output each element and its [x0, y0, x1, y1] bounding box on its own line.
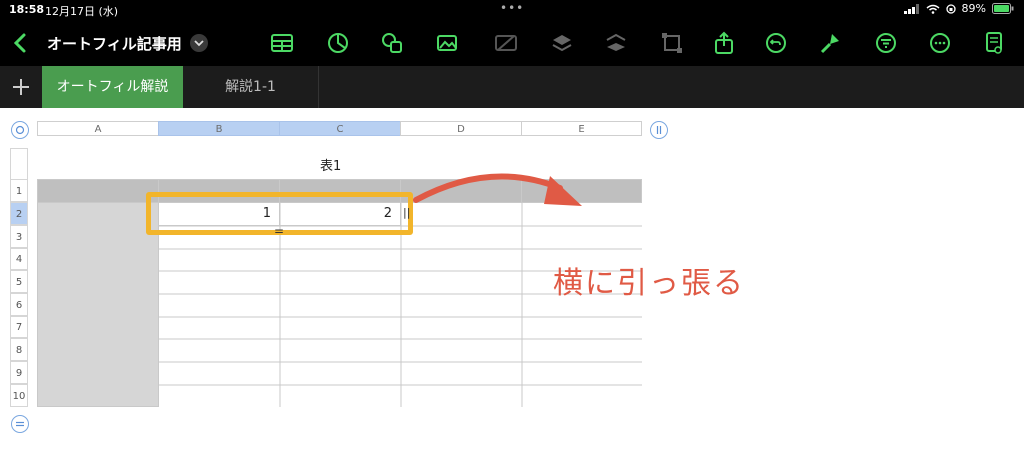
format-brush-icon[interactable]	[818, 31, 842, 55]
sheet-tabs-bar: オートフィル解説 解説1-1	[0, 66, 1024, 108]
header-column-cells[interactable]	[38, 203, 159, 407]
drag-arrow-icon	[413, 173, 582, 206]
column-header-d[interactable]: D	[400, 121, 522, 136]
multitasking-dots-icon[interactable]: •••	[500, 1, 524, 15]
orientation-lock-icon	[945, 3, 956, 14]
media-icon[interactable]	[436, 31, 460, 55]
share-icon[interactable]	[712, 31, 736, 55]
column-header-a[interactable]: A	[37, 121, 159, 136]
shapes-icon[interactable]	[380, 31, 404, 55]
select-table-button[interactable]	[11, 121, 29, 139]
status-time: 18:58	[9, 3, 45, 16]
signal-icon	[903, 3, 919, 14]
back-chevron-icon[interactable]	[10, 32, 30, 54]
status-date: 12月17日 (水)	[45, 5, 119, 18]
row-header-9[interactable]: 9	[10, 361, 28, 384]
column-handle-icon	[656, 126, 662, 134]
layers-back-icon	[606, 33, 626, 51]
status-right: 89%	[903, 2, 1014, 15]
add-column-handle[interactable]	[650, 121, 668, 139]
tab-explanation-1-1[interactable]: 解説1-1	[183, 66, 319, 108]
disabled-media-icon	[495, 35, 517, 51]
title-dropdown-icon[interactable]	[190, 34, 208, 52]
row-handle-icon	[16, 421, 24, 427]
row-header-7[interactable]: 7	[10, 316, 28, 338]
table-cell[interactable]	[38, 180, 159, 203]
circle-icon	[15, 125, 25, 135]
filter-icon[interactable]	[874, 31, 898, 55]
row-header-2[interactable]: 2	[10, 202, 28, 225]
document-title[interactable]: オートフィル記事用	[47, 33, 182, 54]
status-bar: 18:58 12月17日 (水) ••• 89%	[0, 0, 1024, 20]
row-header-8[interactable]: 8	[10, 338, 28, 361]
row-header-3[interactable]: 3	[10, 225, 28, 248]
row-header-spacer	[10, 148, 28, 179]
table-icon[interactable]	[270, 31, 294, 55]
tab-autofill-explanation[interactable]: オートフィル解説	[42, 66, 183, 108]
row-header-10[interactable]: 10	[10, 384, 28, 407]
table-title[interactable]: 表1	[320, 155, 341, 174]
column-header-c[interactable]: C	[279, 121, 401, 136]
toolbar: オートフィル記事用	[0, 20, 1024, 66]
row-header-5[interactable]: 5	[10, 270, 28, 293]
selection-icon	[662, 33, 682, 53]
row-header-6[interactable]: 6	[10, 293, 28, 316]
battery-icon	[992, 3, 1014, 14]
undo-icon[interactable]	[764, 31, 788, 55]
chart-icon[interactable]	[326, 31, 350, 55]
add-sheet-icon[interactable]	[0, 66, 42, 108]
row-header-1[interactable]: 1	[10, 179, 28, 202]
document-view-icon[interactable]	[982, 31, 1006, 55]
battery-percent: 89%	[961, 2, 986, 15]
more-icon[interactable]	[928, 31, 952, 55]
add-row-handle[interactable]	[11, 415, 29, 433]
wifi-icon	[926, 4, 940, 14]
autofill-bottom-handle[interactable]: =	[274, 224, 284, 238]
drag-instruction-annotation: 横に引っ張る	[553, 266, 745, 301]
row-header-4[interactable]: 4	[10, 248, 28, 270]
column-header-b[interactable]: B	[158, 121, 280, 136]
column-header-e[interactable]: E	[521, 121, 642, 136]
layers-forward-icon	[552, 35, 572, 52]
